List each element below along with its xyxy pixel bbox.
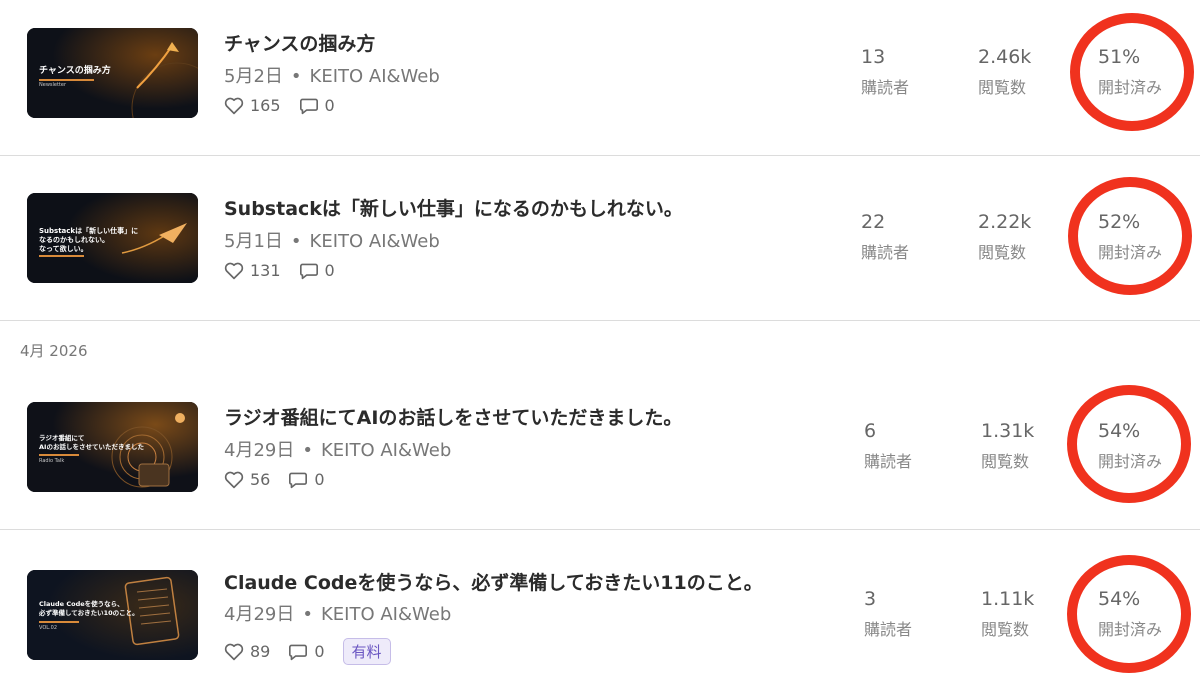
subscribers-label: 購読者	[864, 452, 913, 471]
heart-icon	[224, 643, 244, 660]
post-meta: 4月29日 • KEITO AI&Web	[224, 436, 451, 462]
post-date: 5月2日	[224, 66, 283, 87]
subscribers-count: 6	[864, 420, 877, 442]
row-divider	[0, 529, 1200, 530]
post-date: 4月29日	[224, 604, 295, 625]
comment-count: 0	[324, 96, 335, 115]
meta-separator: •	[290, 231, 302, 252]
row-divider	[0, 320, 1200, 321]
row-divider	[0, 155, 1200, 156]
comment-button[interactable]: 0	[299, 261, 335, 280]
subscribers-label: 購読者	[864, 620, 913, 639]
heart-icon	[224, 471, 244, 488]
post-actions: 165 0	[224, 96, 353, 115]
thumbnail-title: チャンスの掴み方	[39, 66, 111, 76]
post-actions: 56 0	[224, 470, 343, 489]
post-thumbnail[interactable]: チャンスの掴み方 Newsletter	[27, 28, 198, 118]
comment-icon	[289, 472, 308, 488]
post-title[interactable]: チャンスの掴み方	[224, 29, 375, 56]
views-stat: 2.46k 閲覧数	[978, 46, 1031, 98]
like-button[interactable]: 131	[224, 261, 281, 280]
highlight-circle	[1070, 13, 1194, 131]
publication-name[interactable]: KEITO AI&Web	[321, 440, 451, 461]
heart-icon	[224, 97, 244, 114]
subscribers-count: 13	[861, 46, 886, 68]
thumbnail-accent-line	[39, 454, 79, 456]
comment-count: 0	[324, 261, 335, 280]
like-count: 165	[250, 96, 281, 115]
post-title[interactable]: ラジオ番組にてAIのお話しをさせていただきました。	[224, 403, 682, 430]
heart-icon	[224, 262, 244, 279]
meta-separator: •	[290, 66, 302, 87]
highlight-circle	[1068, 177, 1192, 295]
thumbnail-accent-line	[39, 79, 94, 81]
post-actions: 89 0 有料	[224, 638, 391, 665]
views-count: 2.22k	[978, 211, 1032, 233]
views-label: 閲覧数	[978, 243, 1027, 262]
publication-name[interactable]: KEITO AI&Web	[310, 231, 440, 252]
like-button[interactable]: 56	[224, 470, 270, 489]
subscribers-count: 3	[864, 588, 877, 610]
subscribers-label: 購読者	[861, 243, 910, 262]
thumbnail-subtitle: Newsletter	[39, 82, 67, 88]
meta-separator: •	[302, 440, 313, 461]
views-label: 閲覧数	[981, 452, 1030, 471]
comment-icon	[299, 263, 318, 279]
comment-icon	[299, 98, 318, 114]
comment-button[interactable]: 0	[299, 96, 335, 115]
post-title[interactable]: Substackは「新しい仕事」になるのかもしれない。	[224, 194, 683, 221]
comment-icon	[289, 644, 308, 660]
views-stat: 1.11k 閲覧数	[981, 588, 1034, 640]
like-button[interactable]: 89	[224, 642, 270, 661]
post-actions: 131 0	[224, 261, 353, 280]
subscribers-count: 22	[861, 211, 886, 233]
thumbnail-title: Substackは「新しい仕事」に なるのかもしれない。 なって欲しい。	[39, 227, 139, 253]
post-thumbnail[interactable]: Claude Codeを使うなら、 必ず準備しておきたい10のこと。 VOL.0…	[27, 570, 198, 660]
post-thumbnail[interactable]: ラジオ番組にて AIのお話しをさせていただきました Radio Talk	[27, 402, 198, 492]
meta-separator: •	[302, 604, 313, 625]
comment-button[interactable]: 0	[288, 642, 325, 661]
subscribers-stat: 13 購読者	[861, 46, 909, 98]
post-meta: 4月29日 • KEITO AI&Web	[224, 600, 451, 626]
like-count: 131	[250, 261, 281, 280]
views-stat: 1.31k 閲覧数	[981, 420, 1034, 472]
publication-name[interactable]: KEITO AI&Web	[321, 604, 451, 625]
thumbnail-title: ラジオ番組にて AIのお話しをさせていただきました	[39, 434, 144, 451]
views-count: 1.31k	[981, 420, 1035, 442]
post-meta: 5月1日 • KEITO AI&Web	[224, 227, 440, 253]
thumbnail-subtitle: VOL.02	[39, 625, 58, 631]
subscribers-label: 購読者	[861, 78, 910, 97]
views-count: 2.46k	[978, 46, 1032, 68]
comment-count: 0	[314, 642, 325, 661]
highlight-circle	[1067, 385, 1191, 503]
post-date: 4月29日	[224, 440, 295, 461]
subscribers-stat: 3 購読者	[864, 588, 912, 640]
thumbnail-subtitle: Radio Talk	[39, 458, 65, 464]
views-stat: 2.22k 閲覧数	[978, 211, 1031, 263]
publication-name[interactable]: KEITO AI&Web	[310, 66, 440, 87]
post-date: 5月1日	[224, 231, 283, 252]
post-meta: 5月2日 • KEITO AI&Web	[224, 62, 440, 88]
like-count: 89	[250, 642, 271, 661]
post-title[interactable]: Claude Codeを使うなら、必ず準備しておきたい11のこと。	[224, 568, 763, 595]
paid-badge: 有料	[342, 638, 391, 665]
like-button[interactable]: 165	[224, 96, 281, 115]
highlight-circle	[1067, 555, 1191, 673]
comment-button[interactable]: 0	[288, 470, 325, 489]
views-count: 1.11k	[981, 588, 1035, 610]
views-label: 閲覧数	[978, 78, 1027, 97]
post-thumbnail[interactable]: Substackは「新しい仕事」に なるのかもしれない。 なって欲しい。	[27, 193, 198, 283]
month-section-label: 4月 2026	[20, 342, 88, 360]
subscribers-stat: 6 購読者	[864, 420, 912, 472]
thumbnail-accent-line	[39, 621, 79, 623]
thumbnail-title: Claude Codeを使うなら、 必ず準備しておきたい10のこと。	[39, 600, 139, 617]
subscribers-stat: 22 購読者	[861, 211, 909, 263]
comment-count: 0	[314, 470, 325, 489]
thumbnail-accent-line	[39, 255, 84, 257]
views-label: 閲覧数	[981, 620, 1030, 639]
like-count: 56	[250, 470, 271, 489]
